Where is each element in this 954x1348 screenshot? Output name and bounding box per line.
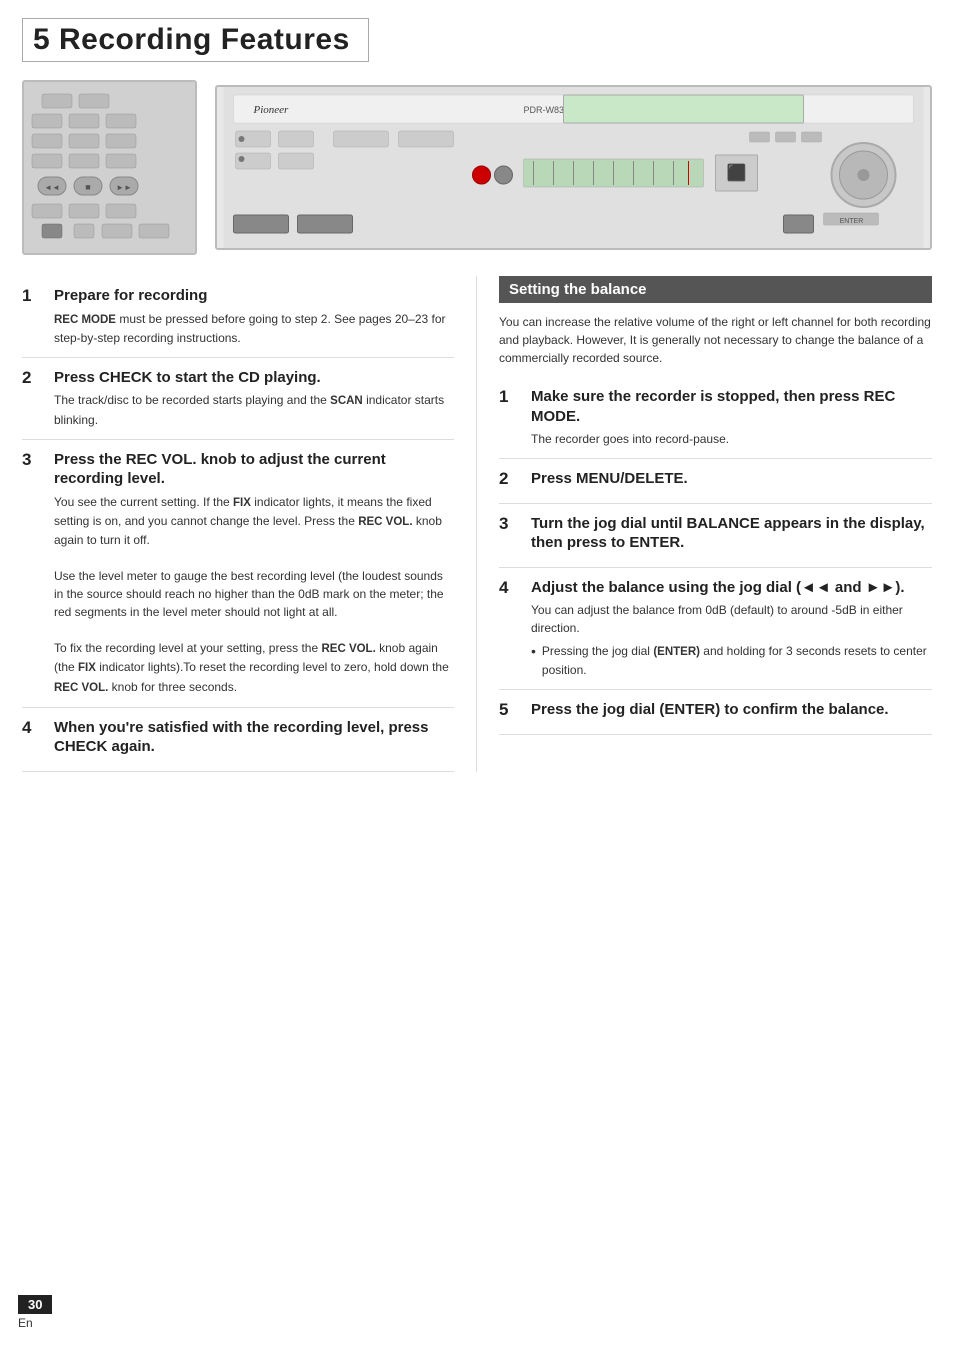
step-right-content-2: Press MENU/DELETE.: [531, 469, 932, 493]
step-right-title-2: Press MENU/DELETE.: [531, 469, 932, 489]
step-right-body-4: You can adjust the balance from 0dB (def…: [531, 601, 932, 679]
main-content: 1 Prepare for recording REC MODE must be…: [22, 276, 932, 772]
svg-text:Pioneer: Pioneer: [253, 104, 290, 116]
left-column: 1 Prepare for recording REC MODE must be…: [22, 276, 477, 772]
device-left-panel: ◄◄ ■ ►►: [22, 80, 197, 255]
step-body-1: REC MODE must be pressed before going to…: [54, 310, 454, 347]
step-right-body-1: The recorder goes into record-pause.: [531, 430, 932, 448]
step-right-5: 5 Press the jog dial (ENTER) to confirm …: [499, 690, 932, 735]
step-right-content-5: Press the jog dial (ENTER) to confirm th…: [531, 700, 932, 724]
step-right-title-3: Turn the jog dial until BALANCE appears …: [531, 514, 932, 553]
step-right-title-1: Make sure the recorder is stopped, then …: [531, 387, 932, 426]
device-left-svg: ◄◄ ■ ►►: [24, 82, 197, 255]
step-title-1: Prepare for recording: [54, 286, 454, 306]
page: 5 Recording Features: [0, 0, 954, 1348]
step-number-4: 4: [22, 718, 44, 761]
step-right-4: 4 Adjust the balance using the jog dial …: [499, 568, 932, 691]
page-number: 30: [18, 1295, 52, 1314]
svg-text:►►: ►►: [116, 183, 132, 192]
bullet-item-1: Pressing the jog dial (ENTER) and holdin…: [531, 642, 932, 679]
step-right-content-3: Turn the jog dial until BALANCE appears …: [531, 514, 932, 557]
step-number-1: 1: [22, 286, 44, 347]
step-right-number-5: 5: [499, 700, 521, 724]
page-lang: En: [18, 1316, 33, 1330]
svg-text:ENTER: ENTER: [840, 218, 864, 225]
step-left-2: 2 Press CHECK to start the CD playing. T…: [22, 358, 454, 440]
step-content-2: Press CHECK to start the CD playing. The…: [54, 368, 454, 429]
step-left-4: 4 When you're satisfied with the recordi…: [22, 708, 454, 772]
step-content-3: Press the REC VOL. knob to adjust the cu…: [54, 450, 454, 697]
step-right-2: 2 Press MENU/DELETE.: [499, 459, 932, 504]
step-number-3: 3: [22, 450, 44, 697]
page-footer: 30 En: [18, 1295, 52, 1330]
step-right-1: 1 Make sure the recorder is stopped, the…: [499, 377, 932, 459]
step-body-3: You see the current setting. If the FIX …: [54, 493, 454, 697]
device-image-area: ◄◄ ■ ►► Pioneer: [22, 72, 932, 262]
step-right-3: 3 Turn the jog dial until BALANCE appear…: [499, 504, 932, 568]
section-header: Setting the balance: [499, 276, 932, 303]
svg-text:■: ■: [85, 182, 90, 192]
device-right-panel: Pioneer PDR-W839: [215, 85, 932, 250]
svg-text:⬛: ⬛: [727, 163, 747, 182]
step-right-number-3: 3: [499, 514, 521, 557]
step-right-number-1: 1: [499, 387, 521, 448]
step-title-3: Press the REC VOL. knob to adjust the cu…: [54, 450, 454, 489]
step-right-content-1: Make sure the recorder is stopped, then …: [531, 387, 932, 448]
svg-text:PDR-W839: PDR-W839: [524, 105, 570, 115]
step-right-number-2: 2: [499, 469, 521, 493]
step-title-2: Press CHECK to start the CD playing.: [54, 368, 454, 388]
step-right-number-4: 4: [499, 578, 521, 680]
device-right-svg: Pioneer PDR-W839: [217, 87, 930, 250]
step-left-1: 1 Prepare for recording REC MODE must be…: [22, 276, 454, 358]
svg-text:◄◄: ◄◄: [44, 183, 60, 192]
step-right-content-4: Adjust the balance using the jog dial (◄…: [531, 578, 932, 680]
step-right-title-4: Adjust the balance using the jog dial (◄…: [531, 578, 932, 598]
step-content-4: When you're satisfied with the recording…: [54, 718, 454, 761]
step-content-1: Prepare for recording REC MODE must be p…: [54, 286, 454, 347]
right-column: Setting the balance You can increase the…: [477, 276, 932, 772]
section-intro: You can increase the relative volume of …: [499, 313, 932, 367]
step-right-title-5: Press the jog dial (ENTER) to confirm th…: [531, 700, 932, 720]
title-box: 5 Recording Features: [22, 18, 369, 62]
step-title-4: When you're satisfied with the recording…: [54, 718, 454, 757]
step-body-2: The track/disc to be recorded starts pla…: [54, 391, 454, 428]
page-title: 5 Recording Features: [33, 23, 350, 56]
step-number-2: 2: [22, 368, 44, 429]
step-left-3: 3 Press the REC VOL. knob to adjust the …: [22, 440, 454, 708]
bullet-text-1: Pressing the jog dial (ENTER) and holdin…: [542, 642, 932, 679]
